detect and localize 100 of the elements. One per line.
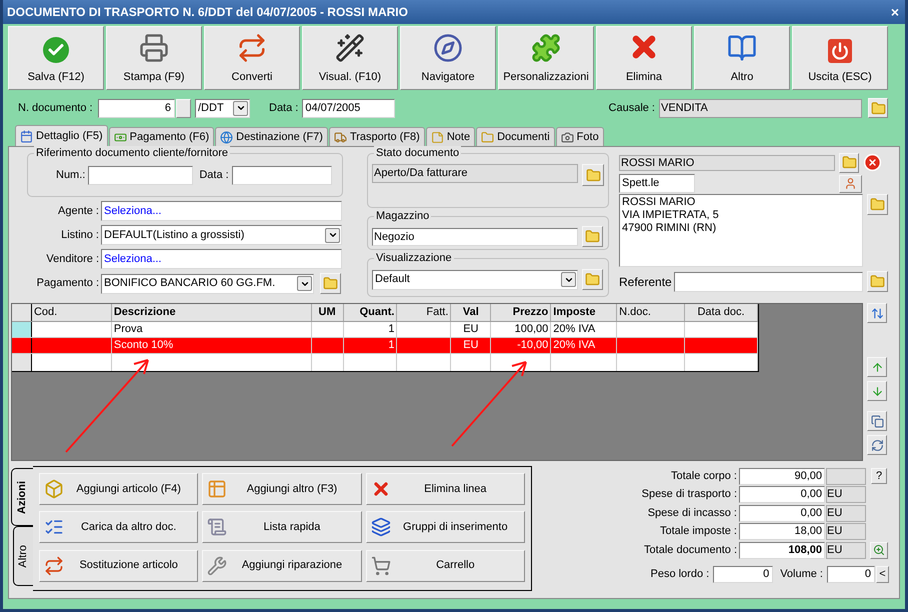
tab[interactable]: Pagamento (F6) <box>108 127 214 146</box>
warehouse-field[interactable]: Negozio <box>372 228 578 246</box>
field-label: Data : <box>269 100 298 116</box>
convert-icon <box>237 32 267 62</box>
grid-tool-button[interactable] <box>867 435 887 455</box>
grid-tool-button[interactable] <box>867 411 887 431</box>
help-button[interactable]: ? <box>871 468 887 484</box>
tab[interactable]: Documenti <box>476 127 555 146</box>
number-field[interactable]: 6 <box>98 98 175 118</box>
dropdown-button[interactable] <box>561 272 576 287</box>
address-field[interactable]: ROSSI MARIO VIA IMPIETRATA, 5 47900 RIMINI (RN) <box>619 194 863 267</box>
dropdown-button[interactable] <box>325 228 340 242</box>
folder-icon <box>585 229 600 244</box>
field-label: Pagamento : <box>36 276 100 292</box>
view-select[interactable]: Default <box>372 270 578 290</box>
folder-icon <box>323 276 338 291</box>
folder-button[interactable] <box>582 164 604 186</box>
folder-button[interactable] <box>867 194 888 215</box>
salutation-field[interactable]: Spett.le <box>619 174 695 193</box>
action-button[interactable]: Elimina linea <box>366 473 525 505</box>
wand-icon <box>335 32 365 62</box>
tab[interactable]: Trasporto (F8) <box>328 127 425 146</box>
action-button[interactable]: Aggiungi riparazione <box>202 550 362 582</box>
toolbar-button[interactable]: Visual. (F10) <box>302 26 398 90</box>
dropdown-button[interactable] <box>233 100 248 116</box>
column-header[interactable]: Descrizione <box>112 304 312 321</box>
folder-icon <box>842 155 856 170</box>
folder-button[interactable] <box>582 226 603 247</box>
column-header[interactable]: Prezzo <box>491 304 552 321</box>
folder-icon <box>870 100 886 116</box>
referente-field[interactable] <box>674 272 863 292</box>
column-header[interactable]: Data doc. <box>685 304 758 321</box>
tab[interactable]: Foto <box>556 127 604 146</box>
dropdown-button[interactable] <box>297 276 312 291</box>
folder-button[interactable] <box>582 269 603 290</box>
date-field[interactable]: 04/07/2005 <box>302 98 396 118</box>
folder-button[interactable] <box>868 98 888 118</box>
folder-button[interactable] <box>839 152 859 172</box>
field-label: Agente : <box>57 204 100 219</box>
dropdown-field[interactable]: BONIFICO BANCARIO 60 GG.FM. <box>101 274 314 294</box>
action-button[interactable]: Gruppi di inserimento <box>366 511 525 544</box>
folder-button[interactable] <box>867 271 888 292</box>
side-tab[interactable]: Altro <box>13 526 33 586</box>
select-field[interactable]: Seleziona... <box>101 249 342 269</box>
tab[interactable]: Note <box>426 127 476 146</box>
toolbar-button[interactable]: Stampa (F9) <box>106 26 202 90</box>
side-tab[interactable]: Azioni <box>11 468 33 526</box>
series-select[interactable]: /DDT <box>195 98 250 118</box>
status-field: Aperto/Da fatturare <box>372 164 578 183</box>
table-cell: 20% IVA <box>551 322 618 337</box>
column-header[interactable]: Imposte <box>551 304 618 321</box>
grid-tool-button[interactable] <box>867 303 887 323</box>
select-field[interactable]: Seleziona... <box>101 201 342 221</box>
grid-tool-button[interactable] <box>867 381 887 401</box>
table-row[interactable]: Prova 1 EU 100,00 20% IVA <box>12 322 758 338</box>
tab[interactable]: Destinazione (F7) <box>215 127 328 146</box>
toolbar-button[interactable]: Elimina <box>596 26 692 90</box>
person-search-icon <box>844 177 857 190</box>
folder-button[interactable] <box>320 273 341 294</box>
column-header[interactable]: Fatt. <box>397 304 452 321</box>
volume-field[interactable]: 0 <box>827 566 875 583</box>
num-field[interactable] <box>88 166 194 185</box>
search-person-button[interactable] <box>839 174 862 192</box>
column-header[interactable]: Cod. <box>32 304 112 321</box>
action-button[interactable]: Aggiungi altro (F3) <box>202 473 362 505</box>
table-cell: 1 <box>344 322 398 337</box>
toolbar-button[interactable]: Salva (F12) <box>8 26 104 90</box>
cart-icon <box>370 556 391 576</box>
collapse-button[interactable]: < <box>876 566 889 583</box>
column-header[interactable]: UM <box>312 304 344 321</box>
note-icon <box>430 130 444 144</box>
column-header[interactable]: N.doc. <box>617 304 686 321</box>
total-label: Totale imposte : <box>660 524 737 540</box>
toolbar-button[interactable]: Uscita (ESC) <box>792 26 888 90</box>
action-button[interactable]: Aggiungi articolo (F4) <box>39 473 198 505</box>
action-button[interactable]: Carica da altro doc. <box>39 511 198 544</box>
zoom-button[interactable] <box>870 542 888 558</box>
action-button[interactable]: Carrello <box>366 550 525 582</box>
date-field[interactable] <box>232 166 332 185</box>
action-button[interactable]: Sostituzione articolo <box>39 550 198 582</box>
close-button[interactable]: × <box>888 5 901 19</box>
weight-field[interactable]: 0 <box>713 566 774 583</box>
number-button[interactable] <box>176 98 191 118</box>
action-button[interactable]: Lista rapida <box>202 511 362 544</box>
column-header[interactable]: Val <box>451 304 492 321</box>
currency-field <box>826 468 866 484</box>
grid-tool-button[interactable] <box>867 357 887 377</box>
remove-icon[interactable] <box>863 153 882 172</box>
table-row[interactable]: Sconto 10% 1 EU -10,00 20% IVA <box>12 338 758 354</box>
check-icon <box>43 36 69 62</box>
toolbar-button[interactable]: Navigatore <box>400 26 496 90</box>
printer-icon <box>139 32 169 62</box>
toolbar-button[interactable]: Altro <box>694 26 790 90</box>
toolbar-button[interactable]: Personalizzazioni <box>498 26 594 90</box>
tab[interactable]: Dettaglio (F5) <box>15 125 108 146</box>
column-header[interactable]: Quant. <box>344 304 398 321</box>
toolbar-button[interactable]: Converti <box>204 26 300 90</box>
causale-field[interactable]: VENDITA <box>659 98 862 118</box>
dropdown-field[interactable]: DEFAULT(Listino a grossisti) <box>101 225 342 245</box>
table-cell: EU <box>451 338 492 353</box>
